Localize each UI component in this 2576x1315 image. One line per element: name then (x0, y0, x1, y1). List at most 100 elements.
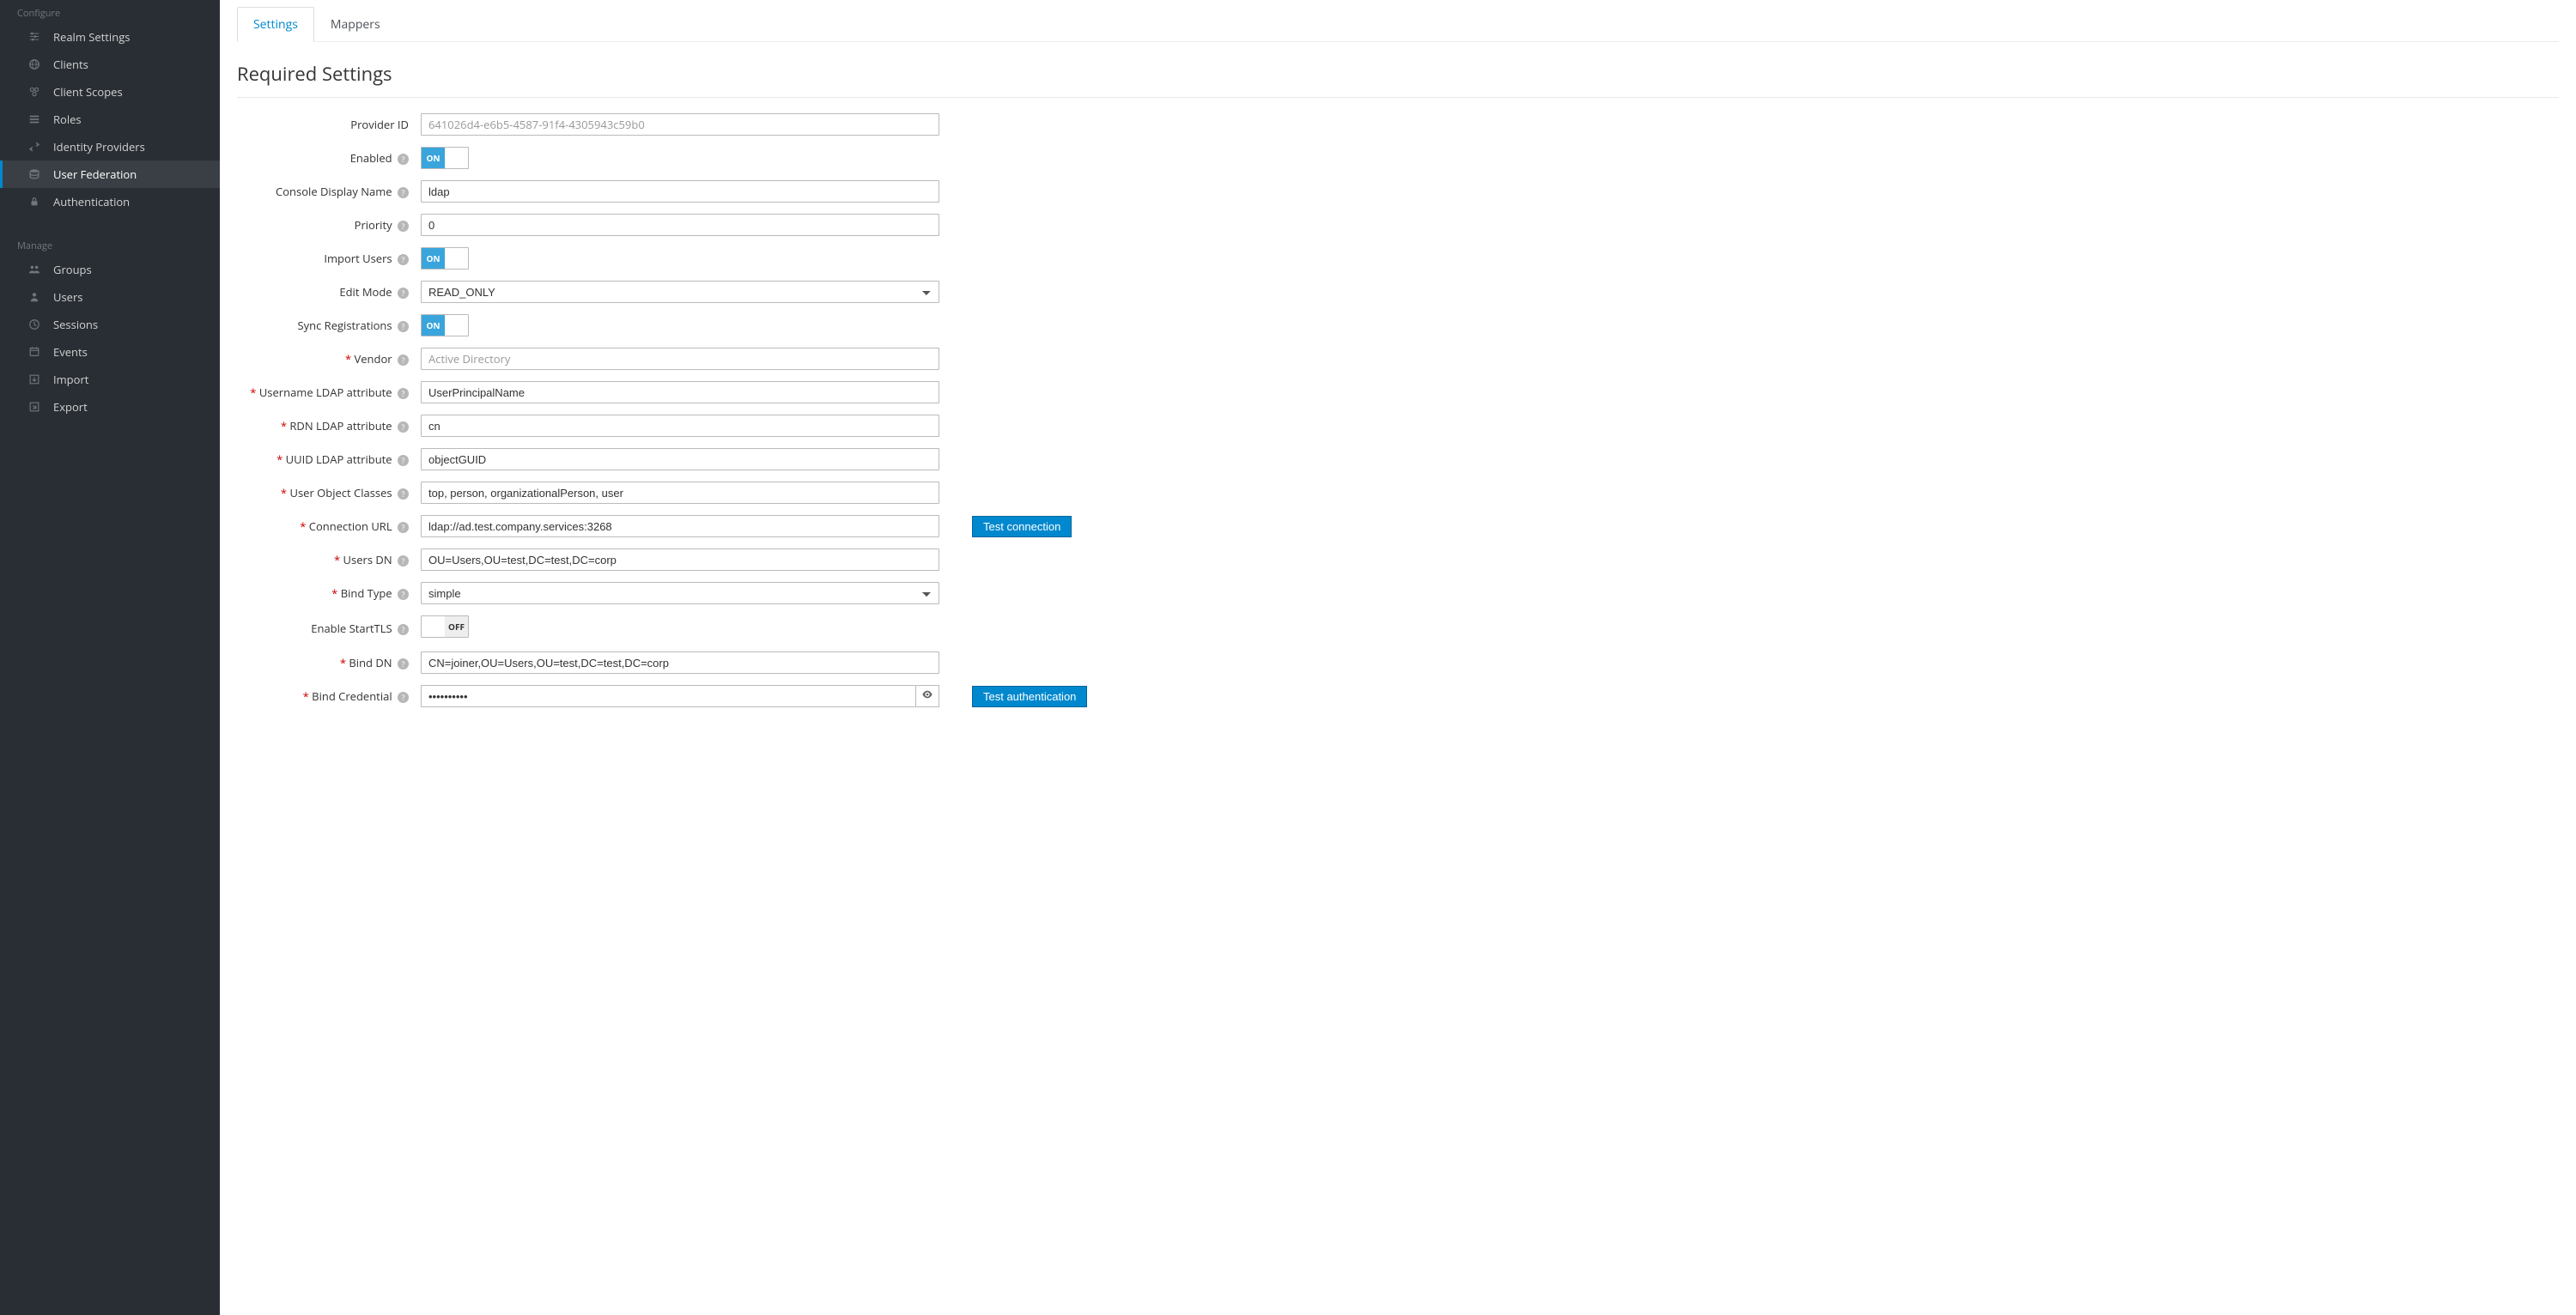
sidebar-item-label: Roles (53, 112, 82, 127)
export-icon (27, 401, 41, 413)
sidebar-item-events[interactable]: Events (0, 338, 220, 366)
row-bind-dn: * Bind DN ? (237, 651, 2559, 674)
tabs-bar: Settings Mappers (237, 7, 2559, 42)
import-icon (27, 373, 41, 385)
toggle-on-label: ON (422, 315, 445, 336)
rdn-ldap-attr-input[interactable] (421, 415, 939, 437)
row-uuid-ldap-attr: * UUID LDAP attribute ? (237, 448, 2559, 470)
label-vendor: Vendor (354, 351, 392, 367)
help-icon[interactable]: ? (398, 624, 409, 635)
sidebar-item-realm-settings[interactable]: Realm Settings (0, 23, 220, 51)
calendar-icon (27, 346, 41, 358)
help-icon[interactable]: ? (398, 555, 409, 567)
row-username-ldap-attr: * Username LDAP attribute ? (237, 381, 2559, 403)
database-icon (27, 168, 41, 180)
sidebar-item-groups[interactable]: Groups (0, 256, 220, 283)
help-icon[interactable]: ? (398, 388, 409, 399)
enabled-toggle[interactable]: ON (421, 147, 469, 169)
help-icon[interactable]: ? (398, 187, 409, 198)
label-sync-registrations: Sync Registrations (297, 318, 392, 333)
sidebar-item-label: Users (53, 289, 82, 305)
user-icon (27, 291, 41, 303)
user-object-classes-input[interactable] (421, 482, 939, 504)
globe-icon (27, 58, 41, 70)
console-display-name-input[interactable] (421, 180, 939, 203)
row-vendor: * Vendor ? Active Directory (237, 348, 2559, 370)
uuid-ldap-attr-input[interactable] (421, 448, 939, 470)
help-icon[interactable]: ? (398, 589, 409, 600)
tab-settings[interactable]: Settings (237, 7, 314, 42)
vendor-value: Active Directory (421, 348, 939, 370)
enable-starttls-toggle[interactable]: OFF (421, 615, 469, 638)
sidebar-item-user-federation[interactable]: User Federation (0, 161, 220, 188)
sidebar-item-users[interactable]: Users (0, 283, 220, 311)
row-enabled: Enabled ? ON (237, 147, 2559, 169)
help-icon[interactable]: ? (398, 421, 409, 433)
section-heading: Required Settings (237, 42, 2559, 98)
toggle-off-label: OFF (445, 616, 468, 637)
groups-icon (27, 264, 41, 276)
sidebar-item-label: Client Scopes (53, 84, 123, 100)
sidebar-item-label: Authentication (53, 194, 130, 209)
help-icon[interactable]: ? (398, 488, 409, 500)
import-users-toggle[interactable]: ON (421, 247, 469, 270)
sidebar-item-identity-providers[interactable]: Identity Providers (0, 133, 220, 161)
bind-credential-input[interactable] (421, 685, 915, 707)
test-authentication-button[interactable]: Test authentication (972, 686, 1087, 707)
help-icon[interactable]: ? (398, 154, 409, 165)
label-user-object-classes: User Object Classes (289, 485, 392, 500)
row-bind-credential: * Bind Credential ? Test authentication (237, 685, 2559, 707)
sliders-icon (27, 31, 41, 43)
label-bind-dn: Bind DN (349, 655, 392, 670)
sidebar-item-authentication[interactable]: Authentication (0, 188, 220, 215)
help-icon[interactable]: ? (398, 658, 409, 670)
lock-icon (27, 196, 41, 208)
label-username-ldap-attr: Username LDAP attribute (259, 385, 392, 400)
username-ldap-attr-input[interactable] (421, 381, 939, 403)
sidebar-item-label: Events (53, 344, 88, 360)
help-icon[interactable]: ? (398, 254, 409, 265)
sidebar-section-manage-title: Manage (0, 233, 220, 256)
edit-mode-select[interactable]: READ_ONLY (421, 281, 939, 303)
bind-type-select[interactable]: simple (421, 582, 939, 604)
toggle-on-label: ON (422, 248, 445, 269)
help-icon[interactable]: ? (398, 288, 409, 299)
row-rdn-ldap-attr: * RDN LDAP attribute ? (237, 415, 2559, 437)
help-icon[interactable]: ? (398, 321, 409, 332)
label-connection-url: Connection URL (309, 518, 392, 534)
reveal-password-button[interactable] (915, 685, 939, 707)
sidebar-item-export[interactable]: Export (0, 393, 220, 421)
provider-id-value: 641026d4-e6b5-4587-91f4-4305943c59b0 (421, 113, 939, 136)
sidebar-item-client-scopes[interactable]: Client Scopes (0, 78, 220, 106)
sidebar-item-label: Sessions (53, 317, 98, 332)
main-content: Settings Mappers Required Settings Provi… (220, 0, 2576, 1315)
help-icon[interactable]: ? (398, 692, 409, 703)
sidebar-item-clients[interactable]: Clients (0, 51, 220, 78)
sidebar-item-import[interactable]: Import (0, 366, 220, 393)
help-icon[interactable]: ? (398, 221, 409, 232)
sidebar-item-sessions[interactable]: Sessions (0, 311, 220, 338)
row-user-object-classes: * User Object Classes ? (237, 482, 2559, 504)
row-connection-url: * Connection URL ? Test connection (237, 515, 2559, 537)
bind-dn-input[interactable] (421, 651, 939, 674)
help-icon[interactable]: ? (398, 455, 409, 466)
label-provider-id: Provider ID (350, 117, 409, 132)
tab-mappers[interactable]: Mappers (314, 7, 397, 41)
sidebar-item-label: Import (53, 372, 88, 387)
sidebar-item-label: User Federation (53, 167, 137, 182)
users-dn-input[interactable] (421, 548, 939, 571)
row-users-dn: * Users DN ? (237, 548, 2559, 571)
help-icon[interactable]: ? (398, 522, 409, 533)
row-sync-registrations: Sync Registrations ? ON (237, 314, 2559, 336)
priority-input[interactable] (421, 214, 939, 236)
help-icon[interactable]: ? (398, 355, 409, 366)
connection-url-input[interactable] (421, 515, 939, 537)
sidebar-item-roles[interactable]: Roles (0, 106, 220, 133)
label-enabled: Enabled (350, 150, 392, 166)
label-users-dn: Users DN (343, 552, 392, 567)
sidebar-item-label: Groups (53, 262, 92, 277)
sync-registrations-toggle[interactable]: ON (421, 314, 469, 336)
row-edit-mode: Edit Mode ? READ_ONLY (237, 281, 2559, 303)
label-bind-credential: Bind Credential (312, 688, 392, 704)
test-connection-button[interactable]: Test connection (972, 516, 1072, 537)
